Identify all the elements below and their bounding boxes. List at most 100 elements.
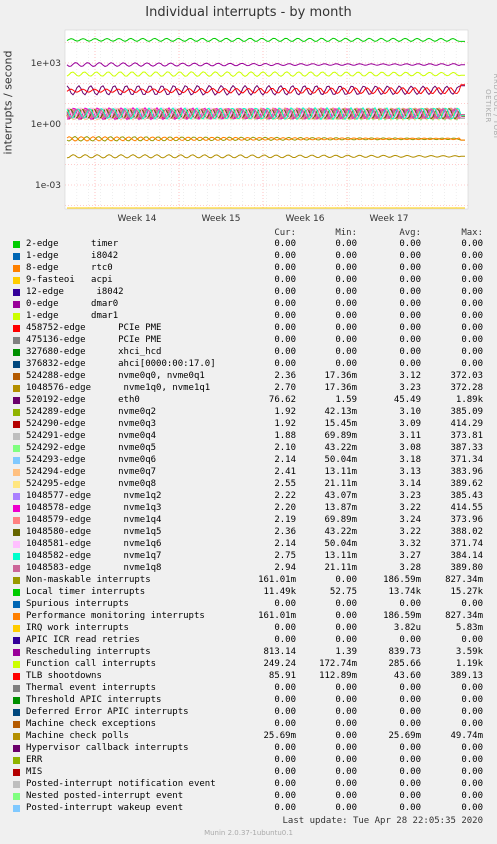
legend-value-min: 0.00 — [335, 743, 357, 753]
legend-value-cur: 0.00 — [274, 695, 296, 705]
legend-value-max: 372.28 — [450, 383, 483, 393]
legend-row: 9-fasteoi acpi 0.00 0.00 0.00 0.00 — [0, 274, 497, 286]
legend-row: 524291-edge nvme0q4 1.88 69.89m 3.11 373.81 — [0, 430, 497, 442]
legend-swatch — [13, 325, 20, 332]
legend-row: 524288-edge nvme0q0, nvme0q1 2.36 17.36m 3.… — [0, 370, 497, 382]
legend-value-max: 372.03 — [450, 371, 483, 381]
legend-value-avg: 3.24 — [399, 515, 421, 525]
legend-swatch — [13, 553, 20, 560]
legend-series-name: IRQ work interrupts — [26, 623, 129, 633]
legend-value-max: 0.00 — [461, 347, 483, 357]
legend-value-cur: 249.24 — [263, 659, 296, 669]
legend-value-avg: 3.23 — [399, 383, 421, 393]
header-cur: Cur: — [274, 228, 296, 238]
legend-series-name: 475136-edge PCIe PME — [26, 335, 162, 345]
legend-swatch — [13, 589, 20, 596]
legend-value-max: 0.00 — [461, 719, 483, 729]
legend-swatch — [13, 613, 20, 620]
legend-value-avg: 0.00 — [399, 275, 421, 285]
legend-value-cur: 11.49k — [263, 587, 296, 597]
legend-series-name: 376832-edge ahci[0000:00:17.0] — [26, 359, 216, 369]
legend-row: Machine check exceptions 0.00 0.00 0.00 0.00 — [0, 718, 497, 730]
legend-swatch — [13, 505, 20, 512]
legend-value-max: 0.00 — [461, 803, 483, 813]
legend-value-cur: 0.00 — [274, 599, 296, 609]
legend-series-name: Local timer interrupts — [26, 587, 146, 597]
legend-value-avg: 0.00 — [399, 287, 421, 297]
legend-series-name: Non-maskable interrupts — [26, 575, 151, 585]
legend-row: Rescheduling interrupts 813.14 1.39 839.73 3… — [0, 646, 497, 658]
legend-value-min: 17.36m — [324, 383, 357, 393]
header-avg: Avg: — [399, 228, 421, 238]
legend-value-min: 0.00 — [335, 779, 357, 789]
munin-version: Munin 2.0.37-1ubuntu0.1 — [204, 829, 293, 837]
legend-row: 1048583-edge nvme1q8 2.94 21.11m 3.28 389.80 — [0, 562, 497, 574]
legend-value-cur: 2.70 — [274, 383, 296, 393]
legend-series-name: 8-edge rtc0 — [26, 263, 113, 273]
legend-value-min: 13.11m — [324, 467, 357, 477]
legend-swatch — [13, 337, 20, 344]
legend-value-min: 0.00 — [335, 599, 357, 609]
legend-value-max: 371.34 — [450, 455, 483, 465]
legend-value-cur: 2.36 — [274, 527, 296, 537]
legend-series-name: Performance monitoring interrupts — [26, 611, 205, 621]
legend-row: 1-edge i8042 0.00 0.00 0.00 0.00 — [0, 250, 497, 262]
legend-value-max: 0.00 — [461, 263, 483, 273]
legend-value-min: 13.87m — [324, 503, 357, 513]
legend-series-name: 524291-edge nvme0q4 — [26, 431, 157, 441]
legend-series-name: ERR — [26, 755, 43, 765]
legend-value-cur: 0.00 — [274, 311, 296, 321]
legend-value-cur: 0.00 — [274, 359, 296, 369]
legend-value-max: 0.00 — [461, 791, 483, 801]
legend-value-avg: 43.60 — [393, 671, 421, 681]
legend-series-name: 1048580-edge nvme1q5 — [26, 527, 162, 537]
legend-value-avg: 0.00 — [399, 779, 421, 789]
legend-value-avg: 3.08 — [399, 443, 421, 453]
header-max: Max: — [461, 228, 483, 238]
legend-value-avg: 839.73 — [388, 647, 421, 657]
legend-value-cur: 0.00 — [274, 743, 296, 753]
legend-value-max: 49.74m — [450, 731, 483, 741]
legend-value-max: 373.81 — [450, 431, 483, 441]
legend-value-cur: 2.75 — [274, 551, 296, 561]
legend-value-avg: 0.00 — [399, 803, 421, 813]
legend-value-min: 43.07m — [324, 491, 357, 501]
legend-swatch — [13, 409, 20, 416]
legend-value-max: 1.89k — [455, 395, 483, 405]
legend-row: Non-maskable interrupts 161.01m 0.00 186.59… — [0, 574, 497, 586]
legend-value-min: 21.11m — [324, 479, 357, 489]
legend-row: Performance monitoring interrupts 161.01m… — [0, 610, 497, 622]
legend-value-cur: 2.19 — [274, 515, 296, 525]
legend-series-name: Machine check polls — [26, 731, 129, 741]
legend-series-name: Machine check exceptions — [26, 719, 157, 729]
legend-swatch — [13, 277, 20, 284]
legend-swatch — [13, 517, 20, 524]
legend-value-avg: 0.00 — [399, 707, 421, 717]
legend-swatch — [13, 685, 20, 692]
legend-value-cur: 2.22 — [274, 491, 296, 501]
legend-value-min: 0.00 — [335, 611, 357, 621]
legend-row: 524290-edge nvme0q3 1.92 15.45m 3.09 414.29 — [0, 418, 497, 430]
legend-value-max: 0.00 — [461, 695, 483, 705]
legend-value-avg: 0.00 — [399, 695, 421, 705]
legend-value-min: 0.00 — [335, 731, 357, 741]
legend-series-name: 1048581-edge nvme1q6 — [26, 539, 162, 549]
legend-swatch — [13, 253, 20, 260]
legend-series-name: 458752-edge PCIe PME — [26, 323, 162, 333]
legend-value-avg: 3.11 — [399, 431, 421, 441]
legend-swatch — [13, 469, 20, 476]
legend-value-max: 0.00 — [461, 323, 483, 333]
legend-value-avg: 3.82u — [393, 623, 421, 633]
legend-value-min: 1.39 — [335, 647, 357, 657]
legend-row: 1048579-edge nvme1q4 2.19 69.89m 3.24 373.96 — [0, 514, 497, 526]
legend-value-max: 389.13 — [450, 671, 483, 681]
legend-value-min: 0.00 — [335, 719, 357, 729]
legend-row: 1-edge dmar1 0.00 0.00 0.00 0.00 — [0, 310, 497, 322]
legend-value-max: 0.00 — [461, 311, 483, 321]
legend-value-avg: 3.09 — [399, 419, 421, 429]
legend-value-min: 50.04m — [324, 539, 357, 549]
legend-series-name: 9-fasteoi acpi — [26, 275, 113, 285]
legend-value-cur: 0.00 — [274, 251, 296, 261]
legend-value-min: 0.00 — [335, 335, 357, 345]
legend-value-cur: 1.92 — [274, 407, 296, 417]
